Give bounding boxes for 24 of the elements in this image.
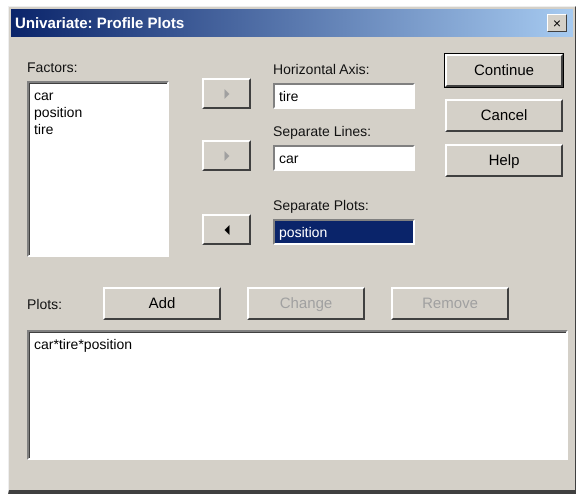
right-arrow-icon	[224, 88, 230, 98]
dialog-button[interactable]: Help	[445, 144, 563, 177]
window-title: Univariate: Profile Plots	[15, 14, 184, 32]
right-arrow-icon	[224, 150, 230, 160]
move-button[interactable]	[202, 214, 251, 245]
factor-item[interactable]: car	[34, 87, 162, 104]
target-field[interactable]: tire	[273, 83, 415, 109]
dialog-button[interactable]: Cancel	[445, 99, 563, 132]
factors-label: Factors:	[27, 59, 79, 75]
target-label: Separate Lines:	[273, 123, 372, 139]
target-label: Separate Plots:	[273, 197, 370, 213]
dialog-button[interactable]: Continue	[445, 54, 563, 87]
plot-item[interactable]: car*tire*position	[34, 336, 561, 353]
plot-button[interactable]: Add	[103, 287, 221, 320]
plots-label: Plots:	[27, 296, 64, 312]
plots-list[interactable]: car*tire*position	[27, 330, 568, 460]
factors-list[interactable]: car position tire	[27, 81, 169, 257]
target-field[interactable]: position	[273, 219, 415, 245]
factor-item[interactable]: tire	[34, 121, 162, 138]
left-arrow-icon	[224, 224, 230, 234]
target-label: Horizontal Axis:	[273, 61, 370, 77]
close-button[interactable]: ×	[547, 14, 567, 32]
target-field[interactable]: car	[273, 145, 415, 171]
factor-item[interactable]: position	[34, 104, 162, 121]
